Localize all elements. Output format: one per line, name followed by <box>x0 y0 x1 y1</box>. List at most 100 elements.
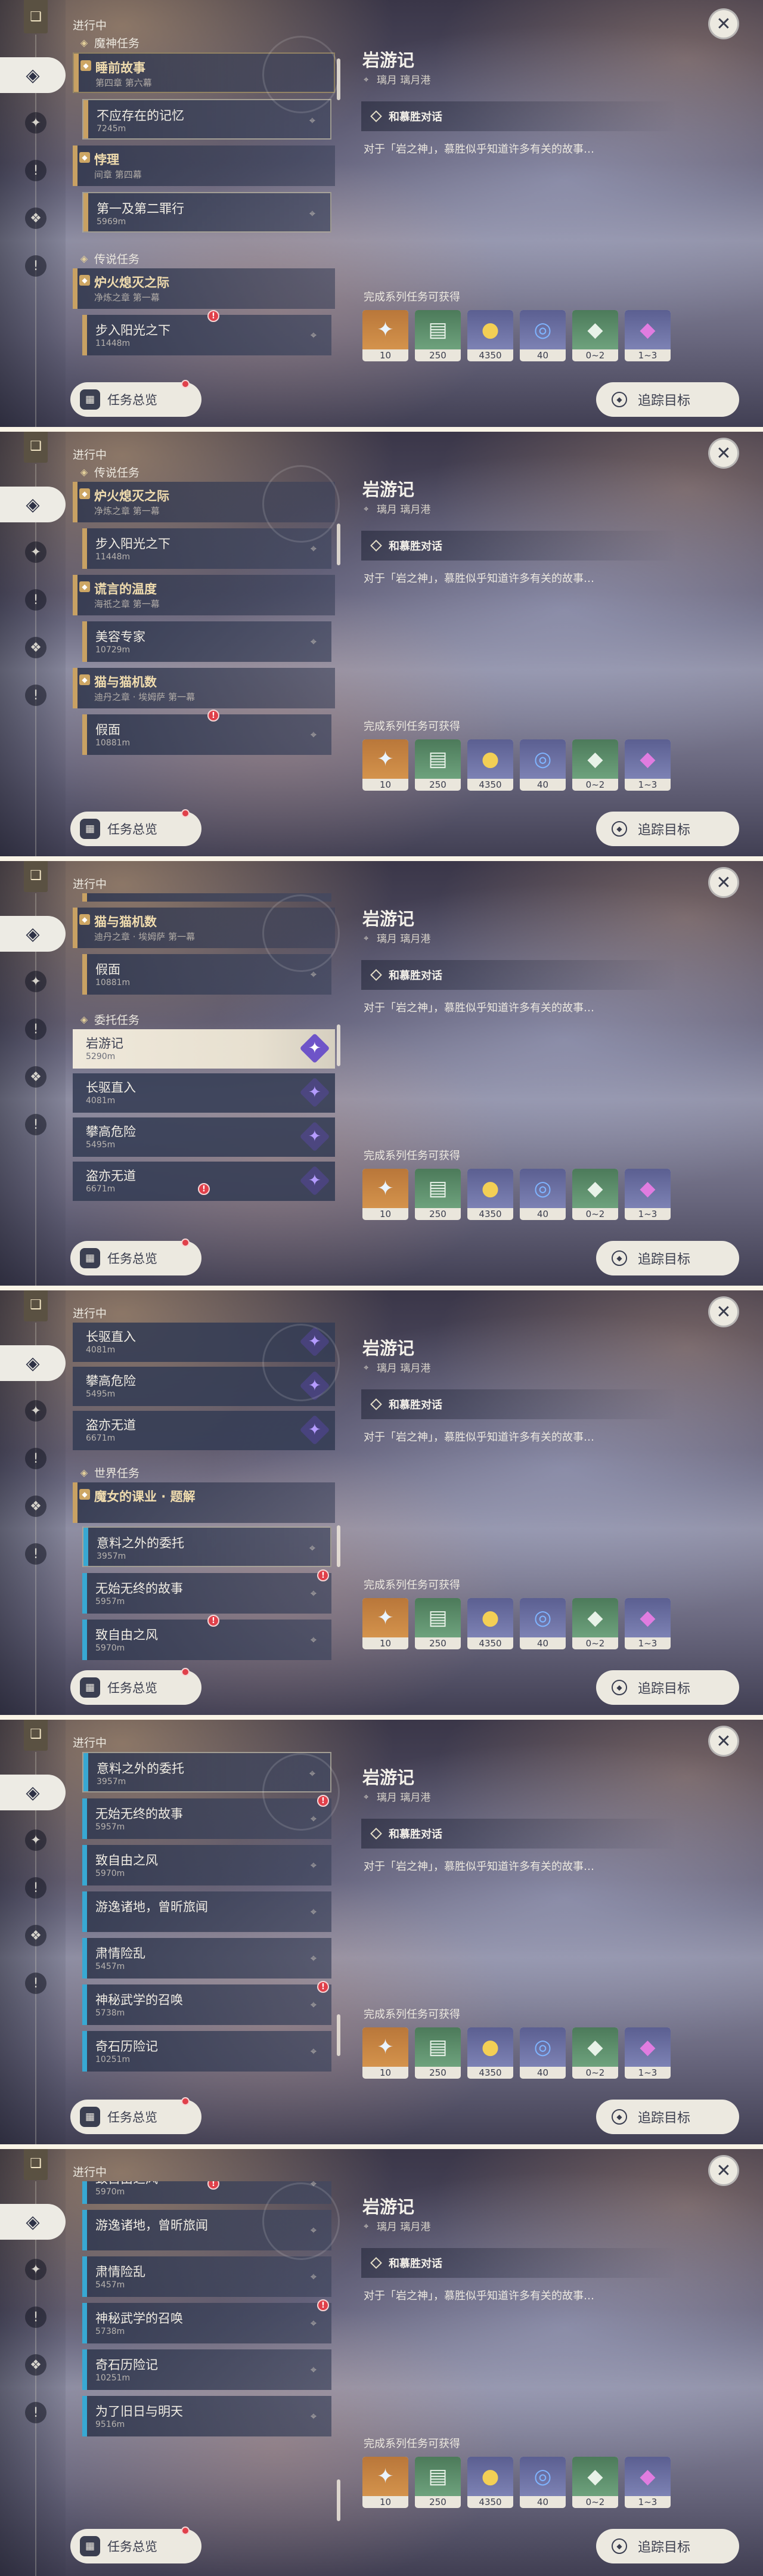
reward-item[interactable]: ▤ 250 <box>415 2457 461 2508</box>
quest-overview-button[interactable]: ▦ 任务总览 <box>70 380 201 417</box>
reward-item[interactable]: ✦ 10 <box>362 1169 408 1220</box>
rail-button[interactable]: ◈ <box>0 1775 66 1810</box>
location-pin-icon[interactable]: ⌖ <box>308 1951 320 1965</box>
quest-overview-button[interactable]: ▦ 任务总览 <box>70 809 201 846</box>
reward-item[interactable]: ✦ 10 <box>362 1598 408 1649</box>
rail-button[interactable]: ✦ <box>25 2259 46 2280</box>
reward-item[interactable]: ● 4350 <box>467 1169 513 1220</box>
track-target-button[interactable]: ◆ 追踪目标 <box>596 1241 739 1275</box>
reward-item[interactable]: ◆ 0~2 <box>572 2457 618 2508</box>
reward-item[interactable]: ● 4350 <box>467 1598 513 1649</box>
track-target-button[interactable]: ◆ 追踪目标 <box>596 2100 739 2134</box>
quest-step[interactable]: 假面 10881m ⌖! <box>82 710 331 755</box>
location-pin-icon[interactable]: ⌖ <box>308 328 320 342</box>
location-pin-icon[interactable]: ⌖ <box>308 1858 320 1872</box>
quest-chapter[interactable]: ◆ 悖理 间章 第四幕 <box>73 145 335 186</box>
rail-button[interactable]: ! <box>25 1114 46 1135</box>
reward-item[interactable]: ▤ 250 <box>415 739 461 791</box>
quest-step[interactable]: 神秘武学的召唤 5738m ⌖! <box>82 2299 331 2343</box>
rail-button[interactable]: ! <box>25 1877 46 1899</box>
rail-button[interactable]: ! <box>25 685 46 706</box>
reward-item[interactable]: ▤ 250 <box>415 2027 461 2079</box>
location-pin-icon[interactable]: ⌖ <box>308 2316 320 2330</box>
reward-item[interactable]: ✦ 10 <box>362 739 408 791</box>
location-pin-icon[interactable]: ⌖ <box>306 1541 318 1555</box>
quest-step[interactable]: 美容专家 10729m ⌖ <box>82 621 331 662</box>
rail-button[interactable]: ! <box>25 2306 46 2328</box>
rail-button[interactable]: ! <box>25 1448 46 1469</box>
reward-item[interactable]: ✦ 10 <box>362 2027 408 2079</box>
location-pin-icon[interactable]: ⌖ <box>308 541 320 556</box>
location-pin-icon[interactable]: ⌖ <box>306 206 318 221</box>
track-target-button[interactable]: ◆ 追踪目标 <box>596 382 739 417</box>
quest-overview-button[interactable]: ▦ 任务总览 <box>70 1239 201 1275</box>
quest-step[interactable]: 致自由之风 5970m ⌖ <box>82 1845 331 1885</box>
reward-item[interactable]: ◎ 40 <box>520 310 566 361</box>
location-pin-icon[interactable]: ⌖ <box>308 1586 320 1600</box>
location-pin-icon[interactable]: ⌖ <box>308 1905 320 1919</box>
list-scrollbar[interactable] <box>337 2014 340 2056</box>
quest-chapter[interactable]: ◆ 魔女的课业 · 题解 <box>73 1482 335 1523</box>
quest-step[interactable]: 无始无终的故事 5957m ⌖! <box>82 1569 331 1614</box>
rail-button[interactable]: ! <box>25 2402 46 2423</box>
quest-overview-button[interactable]: ▦ 任务总览 <box>70 1668 201 1705</box>
location-pin-icon[interactable]: ⌖ <box>308 2363 320 2377</box>
rail-button[interactable]: ◈ <box>0 57 66 93</box>
location-pin-icon[interactable]: ⌖ <box>308 727 320 742</box>
quest-overview-button[interactable]: ▦ 任务总览 <box>70 2527 201 2563</box>
rail-button[interactable]: ! <box>25 589 46 611</box>
quest-step[interactable]: 第一及第二罪行 5969m ⌖ <box>82 192 331 233</box>
reward-item[interactable]: ● 4350 <box>467 739 513 791</box>
quest-chapter[interactable]: ◆ 炉火熄灭之际 净炼之章 第一幕 <box>73 268 335 309</box>
rail-button[interactable]: ! <box>25 1543 46 1565</box>
close-button[interactable]: ✕ <box>708 1726 739 1757</box>
location-pin-icon[interactable]: ⌖ <box>308 2409 320 2423</box>
location-pin-icon[interactable]: ⌖ <box>308 2044 320 2058</box>
rail-button[interactable]: ◈ <box>0 2204 66 2240</box>
reward-item[interactable]: ◆ 1~3 <box>625 2457 671 2508</box>
quest-step[interactable]: 游逸诸地，曾昕旅闻 ⌖ <box>82 1891 331 1932</box>
rail-button[interactable]: ! <box>25 1018 46 1040</box>
close-button[interactable]: ✕ <box>708 438 739 469</box>
reward-item[interactable]: ● 4350 <box>467 2457 513 2508</box>
reward-item[interactable]: ◎ 40 <box>520 739 566 791</box>
reward-item[interactable]: ▤ 250 <box>415 1598 461 1649</box>
rail-button[interactable]: ◈ <box>0 487 66 522</box>
quest-step[interactable]: 肃情险乱 5457m ⌖ <box>82 1938 331 1979</box>
rail-button[interactable]: ! <box>25 1973 46 1994</box>
rail-button[interactable]: ❖ <box>25 2354 46 2376</box>
rail-button[interactable]: ✦ <box>25 541 46 563</box>
reward-item[interactable]: ✦ 10 <box>362 2457 408 2508</box>
location-pin-icon[interactable]: ⌖ <box>308 1633 320 1647</box>
quest-step[interactable]: 奇石历险记 10251m ⌖ <box>82 2031 331 2072</box>
rail-button[interactable]: ◈ <box>0 916 66 952</box>
rail-button[interactable]: ✦ <box>25 1400 46 1422</box>
quest-step[interactable]: 神秘武学的召唤 5738m ⌖! <box>82 1981 331 2025</box>
quest-step[interactable]: 步入阳光之下 11448m ⌖! <box>82 310 331 355</box>
reward-item[interactable]: ✦ 10 <box>362 310 408 361</box>
quest-chapter[interactable]: ◆ 猫与猫机数 迪丹之章 · 埃姆萨 第一幕 <box>73 668 335 708</box>
rail-button[interactable]: ! <box>25 255 46 277</box>
quest-step[interactable]: 奇石历险记 10251m ⌖ <box>82 2349 331 2390</box>
location-pin-icon[interactable]: ⌖ <box>308 1998 320 2012</box>
commission-item[interactable]: 盗亦无道 6671m ✦ <box>73 1411 335 1450</box>
commission-item[interactable]: 长驱直入 4081m ✦ <box>73 1073 335 1113</box>
reward-item[interactable]: ● 4350 <box>467 2027 513 2079</box>
reward-item[interactable]: ◆ 1~3 <box>625 1169 671 1220</box>
reward-item[interactable]: ◆ 0~2 <box>572 1598 618 1649</box>
rail-button[interactable]: ✦ <box>25 1829 46 1851</box>
reward-item[interactable]: ◆ 1~3 <box>625 1598 671 1649</box>
list-scrollbar[interactable] <box>337 524 340 565</box>
close-button[interactable]: ✕ <box>708 1296 739 1327</box>
rail-button[interactable]: ❖ <box>25 1925 46 1946</box>
location-pin-icon[interactable]: ⌖ <box>308 634 320 649</box>
reward-item[interactable]: ◆ 1~3 <box>625 2027 671 2079</box>
rail-button[interactable]: ✦ <box>25 971 46 992</box>
rail-button[interactable]: ✦ <box>25 112 46 134</box>
reward-item[interactable]: ▤ 250 <box>415 310 461 361</box>
close-button[interactable]: ✕ <box>708 867 739 898</box>
commission-item[interactable]: 岩游记 5290m ✦ <box>73 1029 335 1069</box>
list-scrollbar[interactable] <box>337 1024 340 1066</box>
location-pin-icon[interactable]: ⌖ <box>306 113 318 128</box>
reward-item[interactable]: ◆ 1~3 <box>625 310 671 361</box>
